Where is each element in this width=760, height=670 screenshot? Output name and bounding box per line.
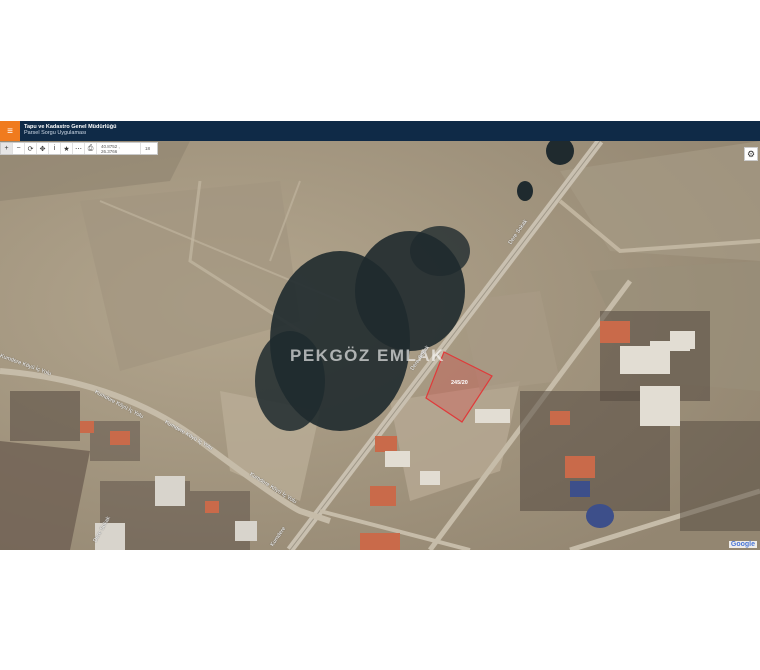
zoom-in-button[interactable]: + [1, 143, 13, 154]
zoom-level-readout: 18 [145, 146, 151, 151]
settings-button[interactable]: ⚙ [744, 147, 758, 161]
google-logo-text: Google [730, 541, 755, 548]
map-toolbar: + − ⟳ ✥ i ★ ⋯ ⎙ 40.8752 , 26.3766 18 [0, 142, 158, 155]
zoom-out-icon: − [16, 145, 21, 152]
refresh-button[interactable]: ⟳ [25, 143, 37, 154]
app-titles: Tapu ve Kadastro Genel Müdürlüğü Parsel … [24, 124, 117, 137]
parcel-query-app: ≡ Tapu ve Kadastro Genel Müdürlüğü Parse… [0, 121, 760, 550]
parcel-label[interactable]: 245/20 [451, 380, 468, 386]
app-subtitle: Parsel Sorgu Uygulaması [24, 130, 87, 136]
app-header: ≡ Tapu ve Kadastro Genel Müdürlüğü Parse… [0, 121, 760, 141]
measure-button[interactable]: ⋯ [73, 143, 85, 154]
satellite-map[interactable]: 245/20 PEKGÖZ EMLAK Dere Sokak Dere Soka… [0, 141, 760, 550]
menu-button[interactable]: ≡ [0, 121, 20, 141]
zoom-out-button[interactable]: − [13, 143, 25, 154]
hamburger-icon: ≡ [7, 125, 13, 137]
gear-icon: ⚙ [746, 148, 756, 159]
info-button[interactable]: i [49, 143, 61, 154]
measure-icon: ⋯ [75, 145, 82, 153]
print-icon: ⎙ [87, 144, 94, 152]
zoom-in-icon: + [4, 145, 9, 152]
refresh-icon: ⟳ [27, 145, 34, 153]
print-button[interactable]: ⎙ [85, 143, 97, 154]
star-icon: ★ [63, 145, 70, 153]
info-icon: i [53, 145, 56, 152]
favorite-button[interactable]: ★ [61, 143, 73, 154]
coordinate-readout: 40.8752 , 26.3766 [97, 143, 141, 154]
locate-icon: ✥ [39, 145, 46, 153]
locate-button[interactable]: ✥ [37, 143, 49, 154]
google-attribution: Google [728, 541, 757, 548]
